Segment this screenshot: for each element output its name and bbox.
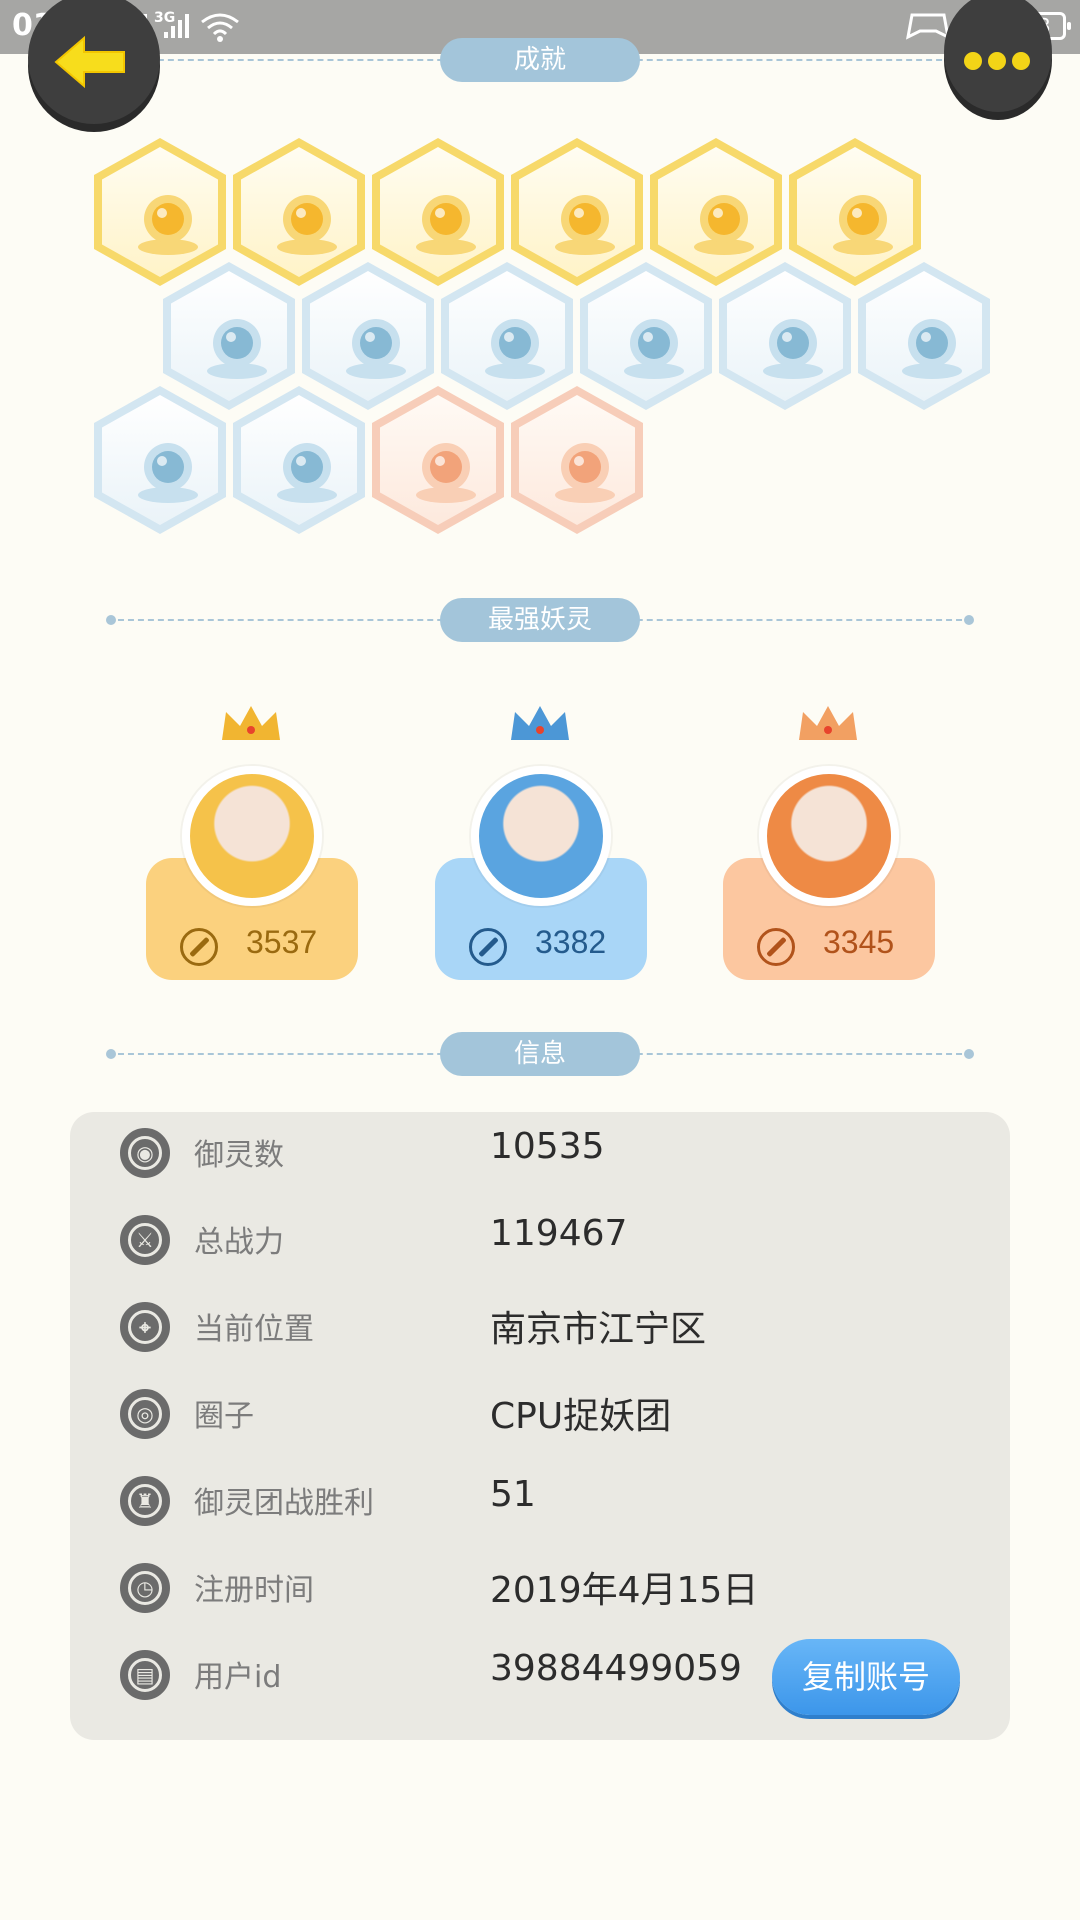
info-label: 圈子 <box>194 1399 254 1434</box>
info-value: 119467 <box>490 1213 628 1254</box>
info-value: 南京市江宁区 <box>490 1309 707 1350</box>
spirit-card[interactable]: 3345 <box>723 700 935 980</box>
bull-statue-icon <box>555 443 615 503</box>
monkey-icon <box>624 319 684 379</box>
info-label: 御灵数 <box>194 1138 284 1173</box>
spirit-power-value: 3345 <box>823 924 895 960</box>
section-title: 信息 <box>440 1032 640 1076</box>
spirit-card[interactable]: 3537 <box>146 700 358 980</box>
info-panel: ◉ 御灵数 10535 ⚔ 总战力 119467 ⌖ 当前位置 南京市江宁区 ◎ 圈子 CPU捉妖团 ♜… <box>70 1112 1010 1740</box>
achievement-badge[interactable] <box>719 262 851 410</box>
achievement-badge[interactable] <box>511 386 643 534</box>
achievement-badge[interactable] <box>580 262 712 410</box>
back-button[interactable] <box>28 0 160 124</box>
info-row: ◎ 圈子 CPU捉妖团 <box>70 1373 1010 1460</box>
more-button[interactable] <box>944 0 1052 112</box>
section-title: 成就 <box>440 38 640 82</box>
spirit-avatar <box>759 766 899 906</box>
info-label: 御灵团战胜利 <box>194 1486 374 1521</box>
crown-icon <box>222 706 280 740</box>
id-card-icon: ▤ <box>120 1650 170 1700</box>
info-row: ♜ 御灵团战胜利 51 <box>70 1460 1010 1547</box>
signal-bars-icon <box>164 14 189 38</box>
info-row: ◷ 注册时间 2019年4月15日 <box>70 1547 1010 1634</box>
achievement-badge[interactable] <box>441 262 573 410</box>
trophy-icon: ♜ <box>120 1476 170 1526</box>
gamepad-icon <box>906 13 950 40</box>
info-value: CPU捉妖团 <box>490 1396 672 1437</box>
achievement-badge[interactable] <box>858 262 990 410</box>
achievement-badge[interactable] <box>94 386 226 534</box>
crystal-icon <box>485 319 545 379</box>
location-pin-icon: ⌖ <box>120 1302 170 1352</box>
divider-dot <box>964 615 974 625</box>
info-label: 注册时间 <box>194 1573 314 1608</box>
info-label: 用户id <box>194 1660 282 1695</box>
power-sword-icon <box>757 928 795 966</box>
power-sword-icon <box>180 928 218 966</box>
info-label: 当前位置 <box>194 1312 314 1347</box>
divider-dot <box>964 1049 974 1059</box>
cat-balloon-icon <box>763 319 823 379</box>
achievement-badge[interactable] <box>511 138 643 286</box>
info-value: 51 <box>490 1474 536 1515</box>
fox-open-book-icon <box>833 195 893 255</box>
wave-fish-icon <box>902 319 962 379</box>
achievement-badge[interactable] <box>233 138 365 286</box>
cat-bubble-icon <box>277 195 337 255</box>
info-value: 39884499059 <box>490 1648 742 1689</box>
shield-eye-icon <box>138 443 198 503</box>
info-value: 10535 <box>490 1126 605 1167</box>
section-title: 最强妖灵 <box>440 598 640 642</box>
achievement-badge[interactable] <box>372 386 504 534</box>
cat-face-icon: ◉ <box>120 1128 170 1178</box>
info-section-header: 信息 <box>106 1032 974 1076</box>
achievement-badge[interactable] <box>163 262 295 410</box>
divider-dot <box>106 1049 116 1059</box>
spirit-avatar <box>471 766 611 906</box>
spirit-power-value: 3382 <box>535 924 607 960</box>
info-row: ⚔ 总战力 119467 <box>70 1199 1010 1286</box>
sneaker-icon <box>207 319 267 379</box>
spirit-card[interactable]: 3382 <box>435 700 647 980</box>
spirit-silhouette-icon <box>277 443 337 503</box>
clock-icon: ◷ <box>120 1563 170 1613</box>
info-row: ⌖ 当前位置 南京市江宁区 <box>70 1286 1010 1373</box>
achievement-badge[interactable] <box>302 262 434 410</box>
moon-planet-icon <box>346 319 406 379</box>
achievement-badge[interactable] <box>233 386 365 534</box>
info-label: 总战力 <box>194 1225 284 1260</box>
divider-dot <box>106 615 116 625</box>
info-value: 2019年4月15日 <box>490 1570 759 1611</box>
yinyang-book-icon <box>694 195 754 255</box>
sun-mirror-icon <box>138 195 198 255</box>
info-row: ◉ 御灵数 10535 <box>70 1112 1010 1199</box>
copy-account-button[interactable]: 复制账号 <box>772 1639 960 1715</box>
back-arrow-icon <box>54 35 125 89</box>
more-dots-icon <box>964 52 1030 70</box>
strongest-section-header: 最强妖灵 <box>106 598 974 642</box>
achievement-badge[interactable] <box>372 138 504 286</box>
spirit-power-value: 3537 <box>246 924 318 960</box>
achievement-badge[interactable] <box>94 138 226 286</box>
comet-yinyang-icon <box>555 195 615 255</box>
power-sword-icon <box>469 928 507 966</box>
achievement-badge[interactable] <box>650 138 782 286</box>
achievement-badge[interactable] <box>789 138 921 286</box>
golden-orb-icon <box>416 195 476 255</box>
crown-icon <box>799 706 857 740</box>
sword-icon: ⚔ <box>120 1215 170 1265</box>
crown-icon <box>511 706 569 740</box>
circle-target-icon: ◎ <box>120 1389 170 1439</box>
achievements-section-header: 成就 <box>108 38 972 82</box>
spirit-avatar <box>182 766 322 906</box>
cat-stroller-icon <box>416 443 476 503</box>
